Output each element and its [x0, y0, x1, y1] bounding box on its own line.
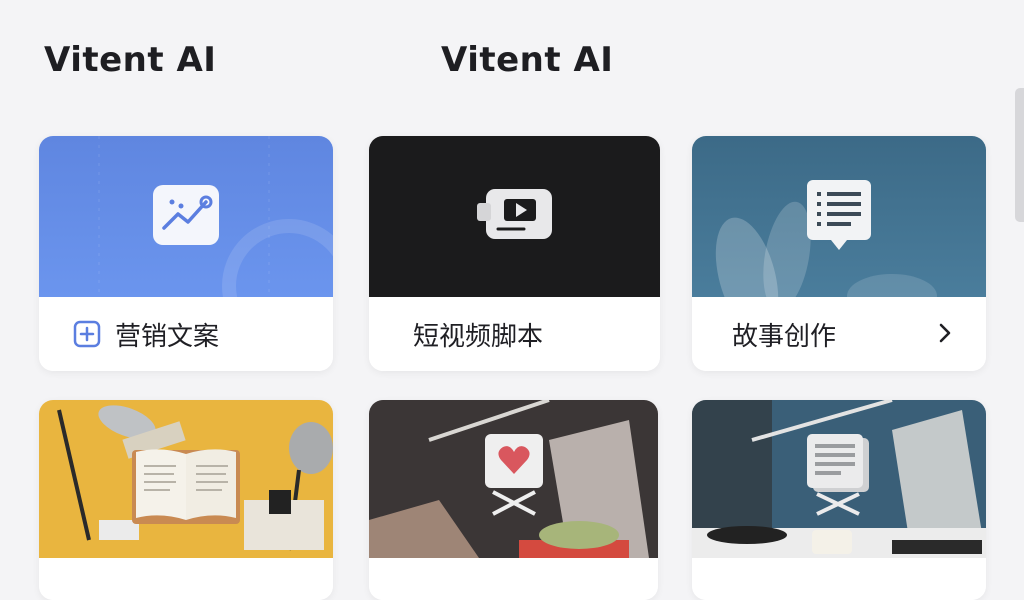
card-footer	[39, 558, 333, 600]
list-document-icon	[805, 178, 873, 256]
card-document[interactable]	[692, 400, 986, 600]
card-label: 故事创作	[732, 321, 837, 352]
scrollbar[interactable]	[1015, 88, 1024, 222]
chevron-right-icon[interactable]	[932, 320, 958, 346]
chart-trend-icon	[152, 184, 220, 250]
card-image	[692, 400, 986, 558]
card-footer	[692, 558, 986, 600]
card-label: 营销文案	[115, 321, 220, 352]
card-footer: 短视频脚本	[369, 297, 660, 371]
card-label: 短视频脚本	[413, 321, 544, 352]
card-footer: 故事创作	[692, 297, 986, 371]
card-image	[692, 136, 986, 297]
card-heart[interactable]	[369, 400, 658, 600]
card-marketing-copy[interactable]: 营销文案	[39, 136, 333, 371]
card-footer: 营销文案	[39, 297, 333, 371]
plus-square-icon[interactable]	[73, 320, 101, 348]
document-lines-icon	[803, 432, 875, 520]
video-camera-icon	[476, 187, 554, 247]
card-image	[39, 400, 333, 558]
card-book[interactable]	[39, 400, 333, 600]
brand-title-right: Vitent AI	[441, 40, 614, 80]
card-short-video-script[interactable]: 短视频脚本	[369, 136, 660, 371]
card-image	[39, 136, 333, 297]
brand-title-left: Vitent AI	[44, 40, 217, 80]
heart-icon	[479, 432, 549, 520]
card-image	[369, 400, 658, 558]
card-image	[369, 136, 660, 297]
open-book-icon	[130, 444, 242, 530]
card-story-creation[interactable]: 故事创作	[692, 136, 986, 371]
card-footer	[369, 558, 658, 600]
